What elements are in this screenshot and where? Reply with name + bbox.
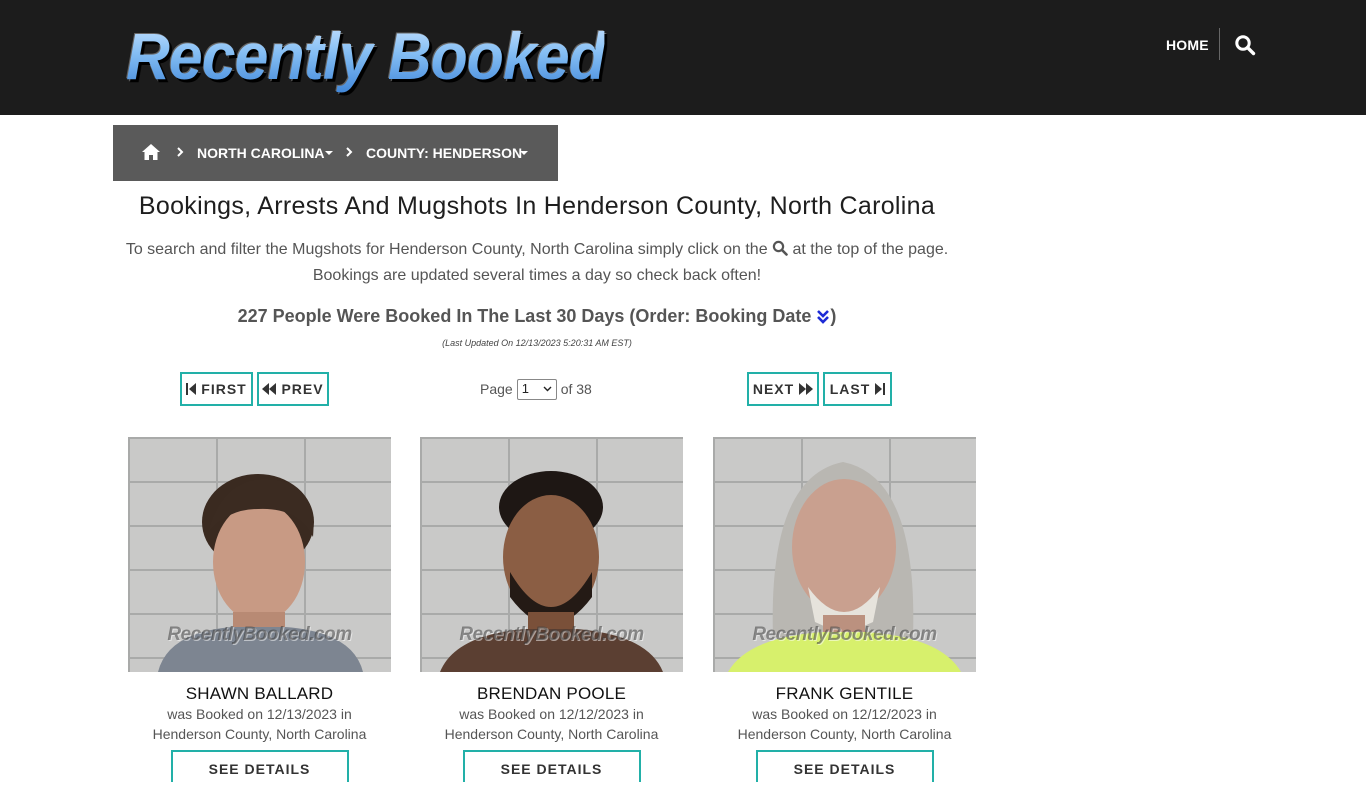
backward-icon xyxy=(262,383,277,395)
page-select-value: 1 xyxy=(521,381,529,396)
page-select[interactable]: 1 xyxy=(516,378,557,400)
booking-card[interactable]: RecentlyBooked.com FRANK GENTILE was Boo… xyxy=(713,437,976,782)
mugshot-photo[interactable]: RecentlyBooked.com xyxy=(713,437,976,672)
booking-count: 227 People Were Booked In The Last 30 Da… xyxy=(113,304,961,328)
first-icon xyxy=(186,383,197,395)
prev-page-label: PREV xyxy=(281,381,324,397)
breadcrumb-county[interactable]: COUNTY: HENDERSON xyxy=(366,144,522,162)
prev-page-button[interactable]: PREV xyxy=(257,372,329,406)
booking-count-text: 227 People Were Booked In The Last 30 Da… xyxy=(237,306,812,326)
page-indicator: Page 1 of 38 xyxy=(480,378,592,400)
last-icon xyxy=(875,383,886,395)
first-page-label: FIRST xyxy=(201,381,247,397)
caret-down-icon[interactable] xyxy=(325,151,333,155)
last-page-label: LAST xyxy=(829,381,871,397)
booked-line: was Booked on 12/12/2023 in xyxy=(459,706,644,722)
booked-location: Henderson County, North Carolina xyxy=(737,726,952,742)
breadcrumb: NORTH CAROLINA COUNTY: HENDERSON xyxy=(113,125,558,181)
search-icon xyxy=(772,239,788,256)
booked-line: was Booked on 12/13/2023 in xyxy=(167,706,352,722)
last-updated: (Last Updated On 12/13/2023 5:20:31 AM E… xyxy=(442,338,632,348)
sort-order-icon[interactable] xyxy=(816,306,830,324)
mugshot-photo[interactable]: RecentlyBooked.com xyxy=(128,437,391,672)
see-details-button[interactable]: SEE DETAILS xyxy=(755,750,934,782)
booked-location: Henderson County, North Carolina xyxy=(152,726,367,742)
forward-icon xyxy=(799,383,814,395)
booking-card[interactable]: RecentlyBooked.com SHAWN BALLARD was Boo… xyxy=(128,437,391,782)
see-details-button[interactable]: SEE DETAILS xyxy=(462,750,641,782)
intro-text: To search and filter the Mugshots for He… xyxy=(113,237,961,289)
search-icon[interactable] xyxy=(1234,34,1256,56)
person-name[interactable]: BRENDAN POOLE xyxy=(420,684,683,704)
nav-home-link[interactable]: HOME xyxy=(1166,36,1209,54)
person-name[interactable]: FRANK GENTILE xyxy=(713,684,976,704)
booked-line: was Booked on 12/12/2023 in xyxy=(752,706,937,722)
mugshot-photo[interactable]: RecentlyBooked.com xyxy=(420,437,683,672)
caret-down-icon[interactable] xyxy=(520,151,528,155)
site-header: Recently Booked HOME xyxy=(0,0,1366,115)
page-total: of 38 xyxy=(560,381,592,397)
breadcrumb-state[interactable]: NORTH CAROLINA xyxy=(197,144,325,162)
next-page-button[interactable]: NEXT xyxy=(747,372,819,406)
chevron-down-icon xyxy=(543,386,552,392)
last-page-button[interactable]: LAST xyxy=(823,372,892,406)
site-logo[interactable]: Recently Booked xyxy=(126,18,606,94)
watermark: RecentlyBooked.com xyxy=(167,624,352,645)
page-title: Bookings, Arrests And Mugshots In Hender… xyxy=(138,192,936,220)
home-icon[interactable] xyxy=(141,143,161,161)
next-page-label: NEXT xyxy=(752,381,795,397)
watermark: RecentlyBooked.com xyxy=(459,624,644,645)
intro-text-part1: To search and filter the Mugshots for He… xyxy=(125,241,768,258)
booked-location: Henderson County, North Carolina xyxy=(444,726,659,742)
booking-card[interactable]: RecentlyBooked.com BRENDAN POOLE was Boo… xyxy=(420,437,683,782)
chevron-right-icon xyxy=(175,145,185,159)
page-label: Page xyxy=(480,381,513,397)
watermark: RecentlyBooked.com xyxy=(752,624,937,645)
chevron-right-icon xyxy=(344,145,354,159)
booking-count-close: ) xyxy=(830,306,837,326)
nav-divider xyxy=(1219,28,1220,60)
person-name[interactable]: SHAWN BALLARD xyxy=(128,684,391,704)
first-page-button[interactable]: FIRST xyxy=(180,372,253,406)
see-details-button[interactable]: SEE DETAILS xyxy=(170,750,349,782)
